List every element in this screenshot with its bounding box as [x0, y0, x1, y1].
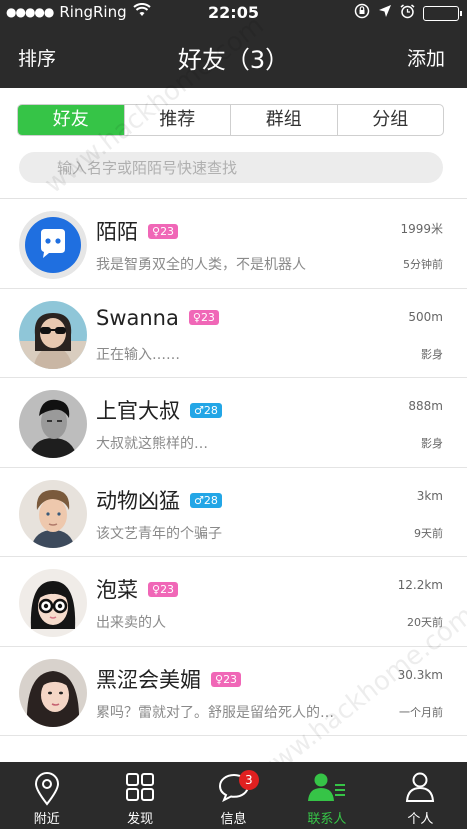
avatar[interactable]: [19, 211, 87, 279]
contact-name: 动物凶猛 ♂28: [96, 485, 222, 515]
contact-name: 上官大叔 ♂28: [96, 395, 222, 425]
tab-groups[interactable]: 群组: [230, 105, 337, 135]
tab-label: 附近: [33, 812, 60, 827]
search-bar: [19, 152, 443, 183]
gender-age-badge: ♂28: [190, 492, 222, 508]
name-text: 动物凶猛: [96, 488, 180, 513]
contact-name: 陌陌 ♀23: [96, 216, 179, 246]
age-text: 23: [200, 310, 215, 324]
contact-status: 出来卖的人: [96, 615, 166, 631]
contact-time: 9天前: [414, 526, 443, 540]
contact-time: 20天前: [407, 616, 443, 629]
contact-list: 陌陌 ♀23 我是智勇双全的人类，不是机器人 1999米 5分钟前 Swanna ♀…: [0, 199, 467, 736]
contact-distance: 30.3km: [397, 667, 443, 682]
female-icon: ♀: [152, 583, 161, 596]
avatar[interactable]: [19, 390, 87, 458]
grid-icon: [125, 772, 155, 806]
tab-recommend[interactable]: 推荐: [123, 105, 231, 135]
name-text: 黑涩会美媚: [96, 667, 201, 692]
contact-distance: 500m: [408, 309, 443, 324]
contact-row[interactable]: 黑涩会美媚 ♀23 累吗？雷就对了。舒服是留给死人的… 30.3km 一个月前: [0, 647, 467, 736]
contact-row[interactable]: 动物凶猛 ♂28 该文艺青年的个骗子 3km 9天前: [0, 468, 467, 557]
tab-profile[interactable]: 个人: [374, 762, 467, 829]
rotation-lock-icon: [354, 3, 370, 23]
age-text: 23: [160, 225, 175, 238]
age-text: 28: [203, 404, 218, 417]
contact-time: 影身: [421, 437, 443, 450]
name-text: Swanna: [96, 305, 179, 330]
avatar[interactable]: [19, 569, 87, 637]
tab-categories[interactable]: 分组: [336, 105, 444, 135]
contact-status: 我是智勇双全的人类，不是机器人: [96, 257, 306, 273]
female-icon: ♀: [215, 672, 224, 686]
bottom-tab-bar: 附近 发现 3 信息 联系人 个人: [0, 762, 467, 829]
unread-badge: 3: [238, 770, 259, 790]
contact-row[interactable]: Swanna ♀23 正在输入…… 500m 影身: [0, 289, 467, 378]
location-arrow-icon: [378, 4, 392, 22]
status-right: [354, 3, 462, 23]
contact-name: 黑涩会美媚 ♀23: [96, 664, 242, 694]
contact-name: 泡菜 ♀23: [96, 574, 179, 604]
segmented-control: 好友 推荐 群组 分组: [17, 104, 444, 136]
female-icon: ♀: [192, 310, 201, 324]
contact-row[interactable]: 陌陌 ♀23 我是智勇双全的人类，不是机器人 1999米 5分钟前: [0, 199, 467, 289]
name-text: 泡菜: [96, 578, 138, 602]
tab-label: 信息: [220, 812, 247, 827]
gender-age-badge: ♀23: [211, 671, 242, 687]
status-bar: ●●●●● RingRing 22:05: [0, 0, 467, 26]
tab-nearby[interactable]: 附近: [0, 762, 93, 829]
battery-icon: [423, 5, 462, 21]
contacts-icon: [307, 772, 347, 806]
age-text: 23: [223, 672, 238, 686]
age-text: 23: [160, 583, 175, 596]
contact-distance: 888m: [408, 399, 443, 413]
male-icon: ♂: [194, 404, 204, 417]
tab-label: 个人: [407, 812, 434, 827]
contact-status: 大叔就这熊样的…: [96, 436, 208, 452]
tab-label: 联系人: [307, 812, 347, 827]
name-text: 上官大叔: [96, 399, 180, 423]
tab-discover[interactable]: 发现: [93, 762, 186, 829]
contact-row[interactable]: 泡菜 ♀23 出来卖的人 12.2km 20天前: [0, 557, 467, 647]
contact-distance: 1999米: [400, 222, 443, 236]
search-input[interactable]: [19, 152, 443, 183]
navigation-bar: 排序 好友（3） 添加: [0, 26, 467, 88]
contact-status: 正在输入……: [96, 346, 180, 363]
avatar[interactable]: [19, 300, 87, 369]
contact-status: 该文艺青年的个骗子: [96, 525, 222, 542]
gender-age-badge: ♀23: [148, 582, 179, 597]
tab-friends[interactable]: 好友: [18, 105, 124, 135]
female-icon: ♀: [152, 225, 161, 238]
person-icon: [405, 772, 435, 806]
contact-distance: 12.2km: [397, 578, 443, 592]
gender-age-badge: ♀23: [148, 224, 179, 239]
contact-name: Swanna ♀23: [96, 306, 219, 330]
add-button[interactable]: 添加: [407, 44, 445, 71]
alarm-icon: [400, 3, 415, 23]
age-text: 28: [203, 493, 218, 507]
avatar[interactable]: [19, 658, 87, 727]
location-pin-icon: [33, 772, 61, 810]
male-icon: ♂: [194, 493, 204, 507]
page-title: 好友（3）: [177, 46, 290, 74]
contact-time: 一个月前: [399, 705, 443, 719]
gender-age-badge: ♀23: [188, 309, 219, 325]
tab-label: 发现: [127, 812, 154, 827]
gender-age-badge: ♂28: [190, 403, 222, 418]
contact-row[interactable]: 上官大叔 ♂28 大叔就这熊样的… 888m 影身: [0, 378, 467, 468]
contact-status: 累吗？雷就对了。舒服是留给死人的…: [96, 704, 334, 721]
contact-time: 影身: [421, 347, 443, 361]
name-text: 陌陌: [96, 220, 138, 244]
contact-time: 5分钟前: [403, 258, 443, 271]
tab-messages[interactable]: 3 信息: [187, 762, 280, 829]
contact-distance: 3km: [416, 488, 443, 503]
tab-contacts[interactable]: 联系人: [280, 762, 373, 829]
avatar[interactable]: [19, 479, 87, 548]
